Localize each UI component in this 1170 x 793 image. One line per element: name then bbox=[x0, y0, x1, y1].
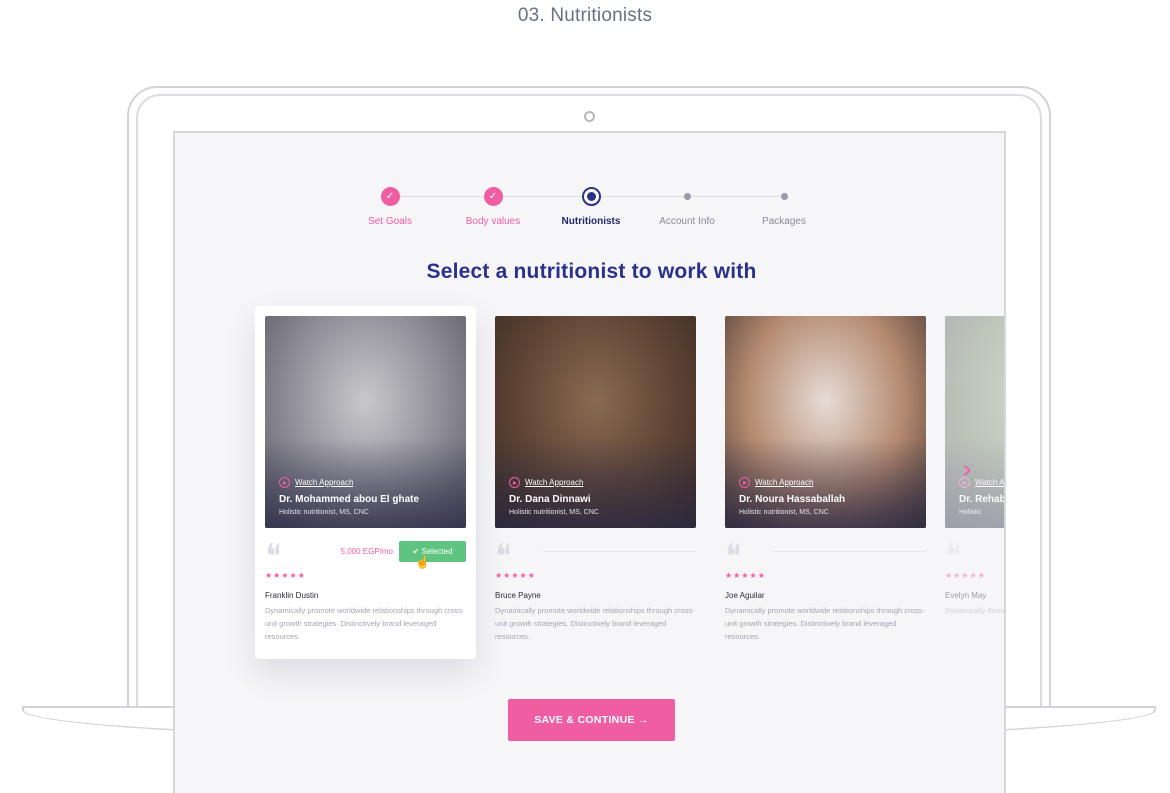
save-continue-button[interactable]: SAVE & CONTINUE → bbox=[508, 699, 675, 741]
chevron-right-icon[interactable]: › bbox=[962, 455, 972, 485]
doctor-name: Dr. Noura Hassaballah bbox=[739, 494, 846, 505]
step-set-goals[interactable]: ✓ Set Goals bbox=[340, 185, 440, 227]
hand-cursor-icon: ☝ bbox=[415, 555, 430, 569]
review-text: Dynamically promote worldwide relationsh… bbox=[725, 606, 925, 641]
play-icon bbox=[509, 477, 520, 488]
doctor-name: Dr. Mohammed abou El ghate bbox=[279, 494, 420, 505]
step-label: Account Info bbox=[659, 216, 715, 227]
reviewer-name: Evelyn May bbox=[945, 591, 987, 600]
review-text: Dynamically through cr Distinctively bbox=[945, 606, 1005, 615]
watch-approach-link[interactable]: Watch Approach bbox=[279, 477, 353, 488]
quote-row: ❝ bbox=[945, 540, 1004, 562]
review-text: Dynamically promote worldwide relationsh… bbox=[265, 606, 465, 641]
doctor-title: Holistic bbox=[959, 509, 982, 516]
step-body-values[interactable]: ✓ Body values bbox=[443, 185, 543, 227]
check-icon: ✓ bbox=[380, 187, 400, 206]
rating-stars: ★★★★★ bbox=[945, 571, 986, 580]
step-account-info[interactable]: Account Info bbox=[637, 185, 737, 227]
step-packages[interactable]: Packages bbox=[734, 185, 834, 227]
play-icon bbox=[739, 477, 750, 488]
step-nutritionists[interactable]: Nutritionists bbox=[541, 185, 641, 227]
nutritionist-card[interactable]: Watch Approach Dr. Dana Dinnawi Holistic… bbox=[485, 306, 706, 659]
quote-row: ❝ bbox=[725, 540, 926, 562]
quote-icon: ❝ bbox=[265, 540, 280, 562]
nutritionist-card[interactable]: Watch Approach Dr. Noura Hassaballah Hol… bbox=[715, 306, 936, 659]
page-caption: 03. Nutritionists bbox=[517, 5, 653, 26]
price-label: 5,000 EGP/mo bbox=[340, 547, 393, 556]
quote-row: ❝ bbox=[495, 540, 696, 562]
rating-stars: ★★★★★ bbox=[265, 571, 306, 580]
page-title: Select a nutritionist to work with bbox=[426, 260, 757, 283]
quote-icon: ❝ bbox=[945, 540, 960, 562]
step-label: Packages bbox=[762, 216, 806, 227]
check-icon: ✓ bbox=[483, 187, 503, 206]
reviewer-name: Franklin Dustin bbox=[265, 591, 319, 600]
reviewer-name: Joe Aguilar bbox=[725, 591, 765, 600]
progress-stepper: ✓ Set Goals ✓ Body values Nutritionists … bbox=[360, 185, 810, 235]
step-label: Nutritionists bbox=[561, 216, 621, 227]
doctor-title: Holistic nutritionist, MS, CNC bbox=[279, 509, 369, 516]
watch-approach-link[interactable]: Watch Approach bbox=[739, 477, 813, 488]
watch-approach-link[interactable]: Watch Approach bbox=[509, 477, 583, 488]
doctor-photo: Watch Approach Dr. Dana Dinnawi Holistic… bbox=[495, 316, 696, 528]
doctor-photo: Watch Approach Dr. Mohammed abou El ghat… bbox=[265, 316, 466, 528]
doctor-name: Dr. Rehab bbox=[959, 494, 1006, 505]
rating-stars: ★★★★★ bbox=[495, 571, 536, 580]
step-label: Set Goals bbox=[368, 216, 412, 227]
app-screen: ✓ Set Goals ✓ Body values Nutritionists … bbox=[173, 131, 1006, 793]
quote-icon: ❝ bbox=[725, 540, 740, 562]
doctor-title: Holistic nutritionist, MS, CNC bbox=[509, 509, 599, 516]
pending-step-icon bbox=[683, 193, 691, 200]
quote-icon: ❝ bbox=[495, 540, 510, 562]
doctor-title: Holistic nutritionist, MS, CNC bbox=[739, 509, 829, 516]
divider bbox=[773, 551, 926, 552]
doctor-name: Dr. Dana Dinnawi bbox=[509, 494, 591, 505]
rating-stars: ★★★★★ bbox=[725, 571, 766, 580]
doctor-photo: Watch Approach Dr. Noura Hassaballah Hol… bbox=[725, 316, 926, 528]
nutritionist-card-selected[interactable]: Watch Approach Dr. Mohammed abou El ghat… bbox=[255, 306, 476, 659]
quote-row: ❝ 5,000 EGP/mo ✔ Selected bbox=[265, 540, 466, 562]
play-icon bbox=[279, 477, 290, 488]
pending-step-icon bbox=[780, 193, 788, 200]
doctor-photo: Watch A Dr. Rehab Holistic bbox=[945, 316, 1006, 528]
camera-icon bbox=[584, 111, 595, 122]
reviewer-name: Bruce Payne bbox=[495, 591, 541, 600]
active-step-icon bbox=[581, 187, 601, 206]
showcase-stage: 03. Nutritionists ✓ Set Goals ✓ Body val… bbox=[0, 0, 1170, 793]
review-text: Dynamically promote worldwide relationsh… bbox=[495, 606, 695, 641]
step-label: Body values bbox=[465, 216, 521, 227]
divider bbox=[543, 551, 696, 552]
selected-button[interactable]: ✔ Selected bbox=[399, 541, 466, 562]
